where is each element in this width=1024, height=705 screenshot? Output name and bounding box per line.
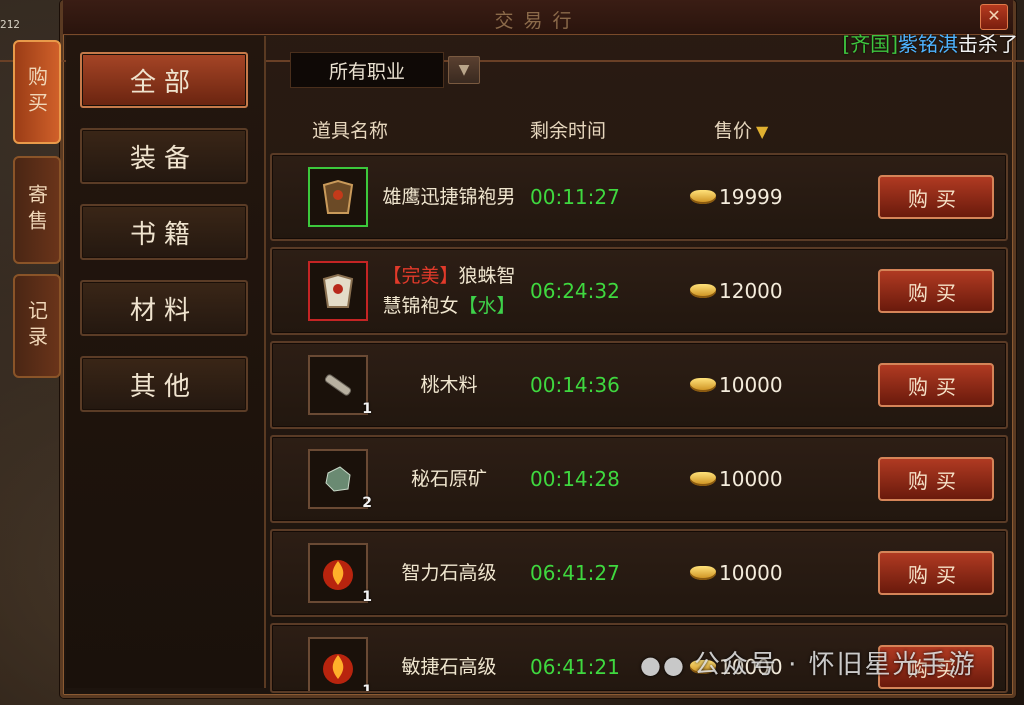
- gold-ingot-icon: [690, 566, 716, 580]
- item-name-text: 秘石原矿: [410, 468, 487, 490]
- item-name: 秘石原矿: [374, 437, 524, 521]
- fire-stone-icon: [323, 560, 353, 590]
- remaining-time: 06:41:27: [530, 561, 620, 585]
- watermark: ●● 公众号 · 怀旧星光手游: [640, 644, 977, 681]
- price-value: 10000: [719, 467, 783, 491]
- category-other-button[interactable]: 其他: [80, 356, 248, 412]
- killfeed-player[interactable]: 紫铭淇: [898, 32, 958, 56]
- item-name: 智力石高级: [374, 531, 524, 615]
- tab-buy[interactable]: 购买: [13, 40, 61, 144]
- category-equipment-button[interactable]: 装备: [80, 128, 248, 184]
- item-icon[interactable]: [308, 261, 368, 321]
- price-value: 10000: [719, 373, 783, 397]
- table-row: 雄鹰迅捷锦袍男 00:11:27 19999 购买: [270, 153, 1008, 241]
- item-name-text: 敏捷石高级: [401, 656, 497, 678]
- buy-button[interactable]: 购买: [878, 457, 994, 501]
- gold-ingot-icon: [690, 378, 716, 392]
- wood-icon: [324, 374, 352, 396]
- category-books-button[interactable]: 书籍: [80, 204, 248, 260]
- item-name: 雄鹰迅捷锦袍男: [374, 155, 524, 239]
- watermark-text: 公众号 · 怀旧星光手游: [693, 650, 977, 680]
- item-name-text: 智力石高级: [401, 562, 497, 584]
- item-quantity: 1: [362, 683, 372, 693]
- sort-down-icon: ▼: [756, 122, 769, 141]
- dropdown-arrow-icon[interactable]: ▼: [448, 56, 480, 84]
- class-filter-select[interactable]: 所有职业: [290, 52, 444, 88]
- element-tag: 【水】: [458, 295, 516, 317]
- item-name: 敏捷石高级: [374, 625, 524, 691]
- buy-button[interactable]: 购买: [878, 363, 994, 407]
- item-icon[interactable]: 2: [308, 449, 372, 511]
- remaining-time: 00:11:27: [530, 185, 620, 209]
- column-header-name: 道具名称: [312, 120, 389, 142]
- wechat-icon: ●●: [640, 651, 686, 679]
- price-value: 12000: [719, 279, 783, 303]
- gold-ingot-icon: [690, 472, 716, 486]
- kill-feed: [齐国]紫铭淇击杀了: [842, 28, 1018, 57]
- gold-ingot-icon: [690, 190, 716, 204]
- killfeed-faction: 齐国: [850, 32, 891, 56]
- item-quantity: 1: [362, 401, 372, 417]
- remaining-time: 06:24:32: [530, 279, 620, 303]
- table-row: 1 桃木料 00:14:36 10000 购买: [270, 341, 1008, 429]
- item-name-text: 雄鹰迅捷锦袍男: [382, 186, 516, 208]
- buy-button[interactable]: 购买: [878, 269, 994, 313]
- price-value: 19999: [719, 185, 783, 209]
- item-price: 10000: [690, 437, 783, 521]
- price-header-label: 售价: [714, 120, 753, 142]
- killfeed-action: 击杀了: [958, 32, 1018, 56]
- item-price: 10000: [690, 343, 783, 427]
- item-price: 19999: [690, 155, 783, 239]
- category-all-button[interactable]: 全部: [80, 52, 248, 108]
- table-row: 【完美】狼蛛智慧锦袍女【水】 06:24:32 12000 购买: [270, 247, 1008, 335]
- robe-icon: [322, 273, 354, 308]
- price-value: 10000: [719, 561, 783, 585]
- item-icon[interactable]: [308, 167, 368, 227]
- robe-icon: [322, 179, 354, 214]
- close-button[interactable]: ✕: [980, 4, 1008, 30]
- buy-button[interactable]: 购买: [878, 175, 994, 219]
- buy-button[interactable]: 购买: [878, 551, 994, 595]
- item-price: 10000: [690, 531, 783, 615]
- item-quantity: 2: [362, 495, 372, 511]
- item-icon[interactable]: 1: [308, 355, 372, 417]
- item-name: 桃木料: [374, 343, 524, 427]
- gold-ingot-icon: [690, 284, 716, 298]
- table-row: 2 秘石原矿 00:14:28 10000 购买: [270, 435, 1008, 523]
- item-name: 【完美】狼蛛智慧锦袍女【水】: [374, 249, 524, 333]
- column-header-price[interactable]: 售价 ▼: [714, 116, 768, 143]
- column-header-time: 剩余时间: [530, 120, 607, 142]
- corner-number: 212: [0, 18, 20, 31]
- item-icon[interactable]: 1: [308, 543, 372, 605]
- item-price: 12000: [690, 249, 783, 333]
- item-name-text: 桃木料: [420, 374, 478, 396]
- item-quantity: 1: [362, 589, 372, 605]
- remaining-time: 00:14:36: [530, 373, 620, 397]
- killfeed-bracket-close: ]: [890, 32, 898, 56]
- ore-icon: [325, 466, 351, 492]
- category-materials-button[interactable]: 材料: [80, 280, 248, 336]
- remaining-time: 06:41:21: [530, 655, 620, 679]
- tab-records[interactable]: 记录: [13, 274, 61, 378]
- tab-consign[interactable]: 寄售: [13, 156, 61, 264]
- fire-stone-icon: [323, 654, 353, 684]
- item-icon[interactable]: 1: [308, 637, 372, 691]
- quality-tag: 【完美】: [382, 265, 459, 287]
- table-row: 1 智力石高级 06:41:27 10000 购买: [270, 529, 1008, 617]
- remaining-time: 00:14:28: [530, 467, 620, 491]
